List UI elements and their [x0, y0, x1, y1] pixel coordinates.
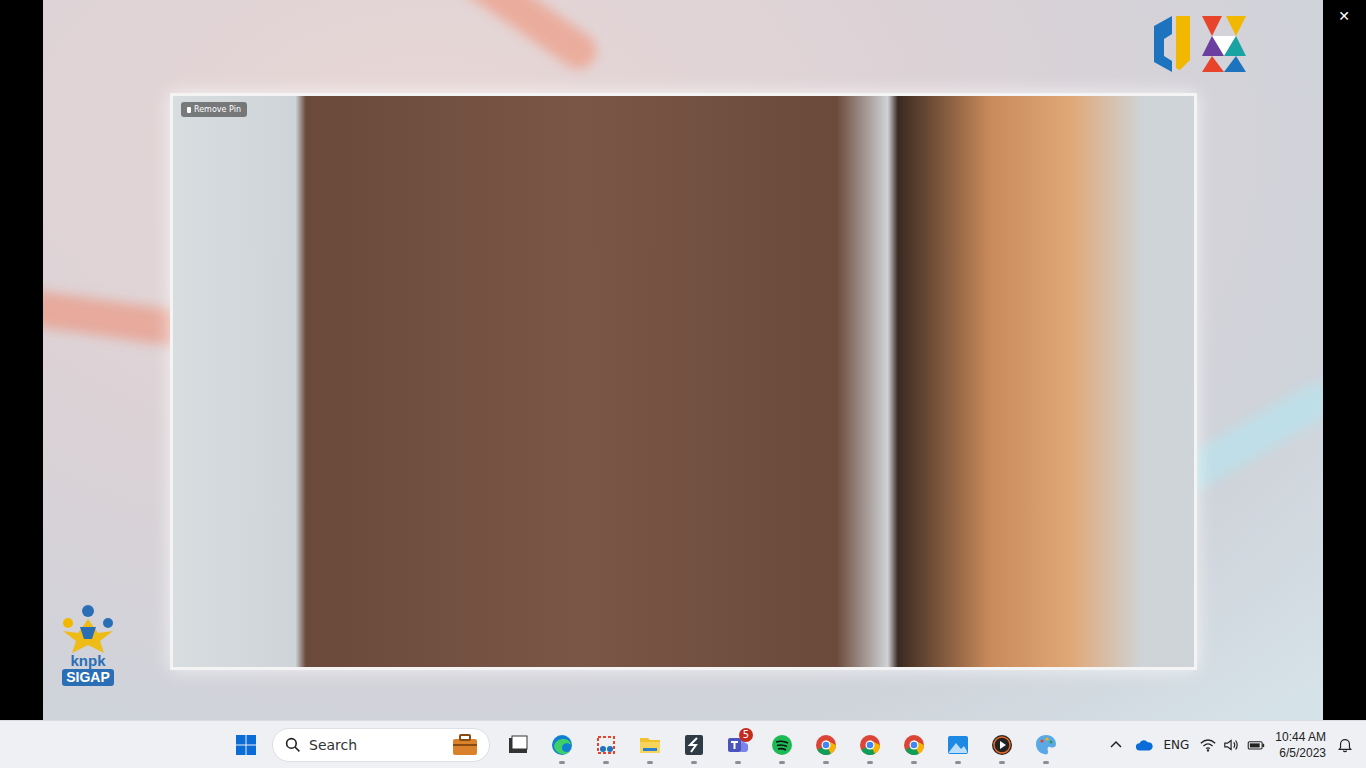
snipping-tool-icon [594, 733, 618, 757]
taskbar-app[interactable] [628, 725, 672, 765]
clock-time: 10:44 AM [1275, 729, 1326, 745]
search-placeholder: Search [309, 737, 443, 753]
taskbar-app[interactable] [804, 725, 848, 765]
running-indicator [647, 761, 653, 764]
taskbar-app[interactable] [848, 725, 892, 765]
running-indicator [955, 761, 961, 764]
taskbar-app[interactable] [584, 725, 628, 765]
notification-badge: 5 [739, 728, 753, 742]
system-tray: ENG 10:44 AM6/5/2023 [1107, 729, 1366, 761]
app-icon [682, 733, 706, 757]
clock-date: 6/5/2023 [1279, 745, 1326, 761]
remove-pin-button[interactable]: Remove Pin [181, 102, 247, 117]
running-indicator [911, 761, 917, 764]
language-indicator[interactable]: ENG [1163, 738, 1189, 752]
pin-icon [187, 107, 191, 113]
folder-icon [638, 733, 662, 757]
taskbar-app[interactable] [936, 725, 980, 765]
wifi-icon [1199, 737, 1217, 753]
screen: Remove Pin knpkSIGAP ✕ Search 5 ENG 10:44 AM6/… [0, 0, 1366, 768]
edge-icon [550, 733, 574, 757]
running-indicator [603, 761, 609, 764]
close-button[interactable]: ✕ [1336, 6, 1352, 26]
running-indicator [999, 761, 1005, 764]
presentation-window: Remove Pin knpkSIGAP [0, 0, 1366, 720]
running-indicator [823, 761, 829, 764]
running-indicator [1043, 761, 1049, 764]
battery-icon [1247, 737, 1265, 753]
search-box[interactable]: Search [272, 728, 490, 762]
running-indicator [867, 761, 873, 764]
taskbar-app[interactable] [1024, 725, 1068, 765]
brand-name: knpk [70, 653, 105, 669]
chrome-icon [814, 733, 838, 757]
taskbar-app[interactable] [672, 725, 716, 765]
taskbar-app[interactable] [540, 725, 584, 765]
stage: Remove Pin knpkSIGAP [43, 0, 1323, 720]
windows-icon [234, 733, 258, 757]
chevron-up-icon[interactable] [1107, 737, 1125, 753]
video-tile: Remove Pin [170, 93, 1197, 670]
taskbar-app[interactable] [496, 725, 540, 765]
photos-icon [946, 733, 970, 757]
briefcase-icon [451, 734, 479, 756]
media-player-icon [990, 733, 1014, 757]
taskbar-app[interactable] [760, 725, 804, 765]
running-indicator [515, 761, 521, 764]
start-button[interactable] [224, 725, 268, 765]
chrome-icon [902, 733, 926, 757]
clock[interactable]: 10:44 AM6/5/2023 [1275, 729, 1326, 761]
quick-settings[interactable] [1199, 737, 1265, 753]
taskbar-app[interactable] [892, 725, 936, 765]
terminal-icon [506, 733, 530, 757]
letterbox-right [1323, 0, 1366, 720]
running-indicator [735, 761, 741, 764]
brand-subtitle: SIGAP [62, 669, 114, 686]
letterbox-left [0, 0, 43, 720]
star-people-icon [58, 603, 118, 653]
event-logo-icon [1150, 12, 1300, 76]
taskbar-app[interactable] [980, 725, 1024, 765]
taskbar-app[interactable]: 5 [716, 725, 760, 765]
magnifier-icon [285, 737, 301, 753]
running-indicator [779, 761, 785, 764]
notification-icon[interactable] [1336, 737, 1354, 753]
brand-logo: knpkSIGAP [52, 603, 124, 686]
running-indicator [691, 761, 697, 764]
cloud-icon[interactable] [1135, 737, 1153, 753]
speaker-icon [1223, 737, 1241, 753]
taskbar-apps: Search 5 [0, 725, 1068, 765]
video-feed [173, 96, 1194, 667]
chrome-icon [858, 733, 882, 757]
paint-icon [1034, 733, 1058, 757]
running-indicator [559, 761, 565, 764]
spotify-icon [770, 733, 794, 757]
light-streak [403, 0, 604, 76]
taskbar: Search 5 ENG 10:44 AM6/5/2023 [0, 720, 1366, 768]
